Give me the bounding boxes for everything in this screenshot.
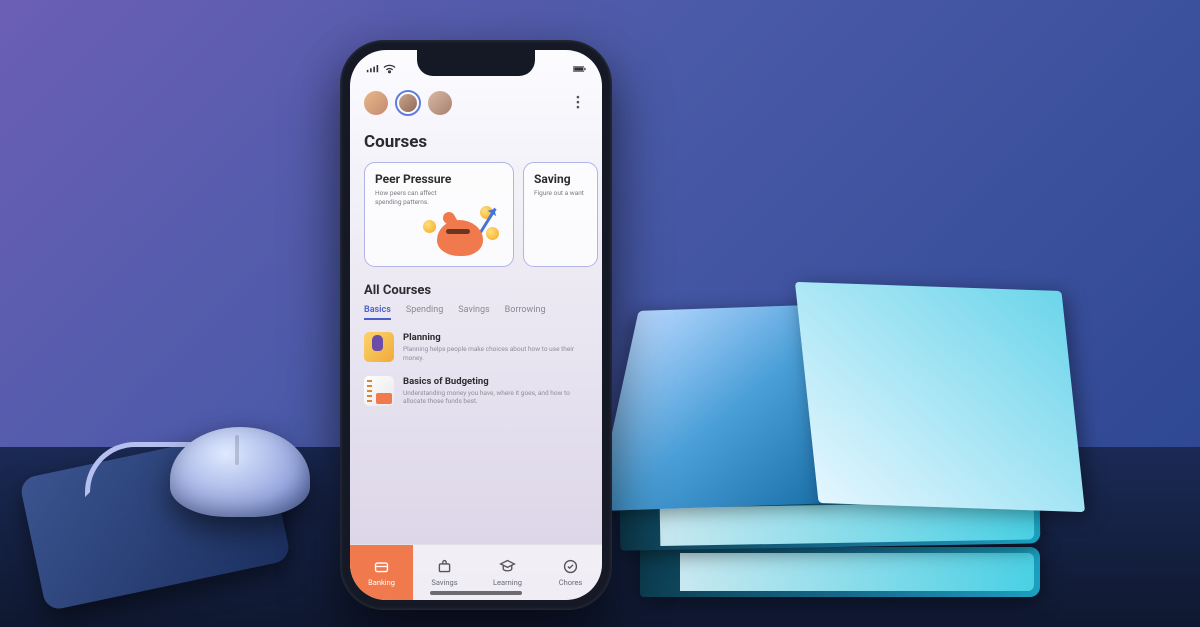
banking-icon — [373, 558, 390, 575]
course-item-budgeting[interactable]: Basics of Budgeting Understanding money … — [364, 376, 588, 407]
featured-card-desc: Figure out a want — [534, 189, 587, 198]
nav-label: Savings — [431, 578, 457, 587]
featured-card-saving[interactable]: Saving Figure out a want — [523, 162, 598, 267]
nav-label: Learning — [493, 578, 522, 587]
book-closed-1 — [640, 547, 1040, 597]
planning-icon — [364, 332, 394, 362]
chores-icon — [562, 558, 579, 575]
avatar-3[interactable] — [428, 91, 452, 115]
signal-icon — [366, 64, 379, 74]
course-category-tabs: Basics Spending Savings Borrowing — [364, 305, 588, 320]
featured-card-peer-pressure[interactable]: Peer Pressure How peers can affect spend… — [364, 162, 514, 267]
avatar-row: ••• — [350, 84, 602, 122]
course-title: Planning — [403, 332, 588, 343]
course-title: Basics of Budgeting — [403, 376, 588, 387]
course-desc: Understanding money you have, where it g… — [403, 389, 588, 407]
savings-icon — [436, 558, 453, 575]
all-courses-heading: All Courses — [364, 283, 588, 298]
budgeting-icon — [364, 376, 394, 406]
tab-basics[interactable]: Basics — [364, 305, 391, 320]
nav-label: Banking — [368, 578, 395, 587]
computer-mouse — [170, 427, 310, 517]
phone-frame: ••• Courses Peer Pressure How peers can … — [340, 40, 612, 610]
nav-banking[interactable]: Banking — [350, 545, 413, 600]
avatar-2-selected[interactable] — [395, 90, 421, 116]
phone-screen: ••• Courses Peer Pressure How peers can … — [350, 50, 602, 600]
featured-courses-row[interactable]: Peer Pressure How peers can affect spend… — [364, 162, 588, 267]
course-item-planning[interactable]: Planning Planning helps people make choi… — [364, 332, 588, 363]
more-menu-icon[interactable]: ••• — [568, 96, 588, 111]
wifi-icon — [383, 64, 396, 74]
tab-borrowing[interactable]: Borrowing — [505, 305, 546, 320]
phone-notch — [417, 50, 535, 76]
courses-heading: Courses — [364, 132, 588, 152]
book-stack — [600, 247, 1080, 597]
tab-spending[interactable]: Spending — [406, 305, 443, 320]
tab-savings[interactable]: Savings — [458, 305, 489, 320]
main-content: Courses Peer Pressure How peers can affe… — [350, 122, 602, 544]
nav-label: Chores — [559, 578, 583, 587]
nav-chores[interactable]: Chores — [539, 545, 602, 600]
piggy-bank-icon — [423, 204, 499, 260]
course-desc: Planning helps people make choices about… — [403, 345, 588, 363]
learning-icon — [499, 558, 516, 575]
home-indicator[interactable] — [430, 591, 522, 595]
featured-card-title: Saving — [534, 172, 587, 186]
featured-card-title: Peer Pressure — [375, 172, 503, 186]
battery-icon — [573, 64, 586, 74]
book-open — [590, 247, 1090, 507]
avatar-1[interactable] — [364, 91, 388, 115]
